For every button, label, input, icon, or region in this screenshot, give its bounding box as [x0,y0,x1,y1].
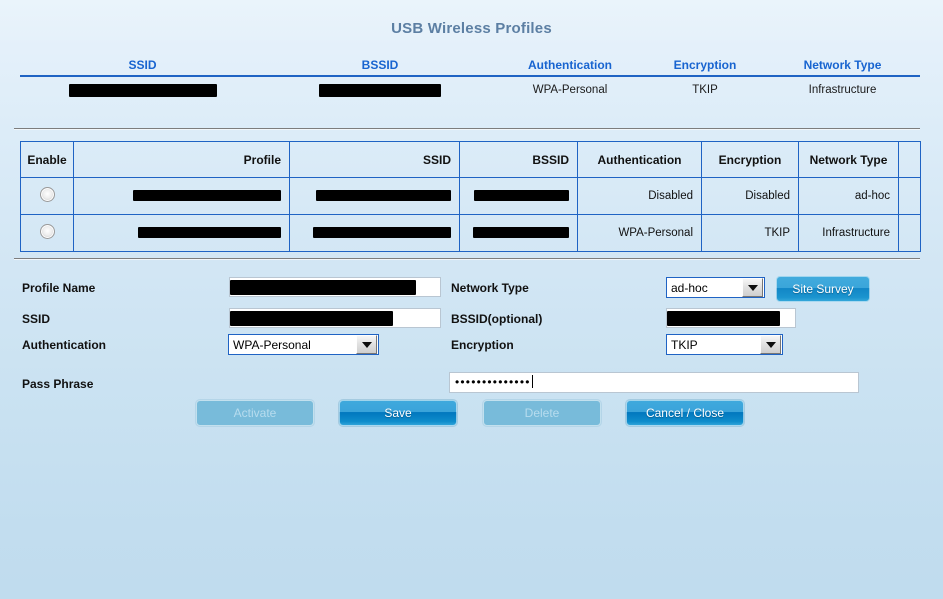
profile-encryption-cell-row-1: Disabled [701,177,799,215]
profile-bssid-cell-row-1 [459,177,578,215]
survey-header-ssid[interactable]: SSID [20,58,265,72]
chevron-down-icon[interactable] [742,278,763,297]
redacted-bssid-value [667,311,780,326]
redacted-bssid-bar [474,190,569,202]
label-ssid: SSID [22,312,51,326]
survey-header-encryption[interactable]: Encryption [645,58,765,72]
divider-top [14,128,920,130]
delete-button[interactable]: Delete [483,400,601,426]
encryption-select-value: TKIP [671,337,698,352]
label-pass-phrase: Pass Phrase [22,377,94,391]
profile-enable-cell[interactable] [20,177,74,215]
survey-cell-ssid [20,84,265,97]
chevron-down-icon[interactable] [760,335,781,354]
divider-bottom [14,258,920,260]
profile-name-cell-row-1 [73,177,290,215]
redacted-bssid-bar [473,227,569,239]
label-profile-name: Profile Name [22,281,96,295]
profiles-header-encryption: Encryption [701,141,799,178]
usb-wireless-profiles-window: USB Wireless Profiles SSID BSSID Authent… [0,0,943,599]
survey-cell-encryption: TKIP [692,84,718,96]
table-row[interactable]: WPA-Personal TKIP Infrastructure [20,214,921,252]
radio-button-enable-row-2[interactable] [39,224,55,239]
site-survey-list: SSID BSSID Authentication Encryption Net… [20,58,920,97]
table-row[interactable]: Disabled Disabled ad-hoc [20,177,921,215]
survey-header-authentication[interactable]: Authentication [495,58,645,72]
label-bssid-optional: BSSID(optional) [451,312,543,326]
profiles-header-enable: Enable [20,141,74,178]
chevron-down-icon[interactable] [356,335,377,354]
encryption-select[interactable]: TKIP [666,334,783,355]
profile-authentication-cell-row-2: WPA-Personal [577,214,702,252]
redacted-ssid-bar [313,227,451,239]
profiles-header-profile: Profile [73,141,290,178]
profile-enable-cell[interactable] [20,214,74,252]
label-authentication: Authentication [22,338,106,352]
profile-name-input[interactable] [229,277,441,297]
redacted-profile-bar [133,190,281,202]
survey-cell-authentication: WPA-Personal [532,84,608,96]
redacted-bssid-bar [319,84,441,97]
activate-button[interactable]: Activate [196,400,314,426]
cancel-close-button[interactable]: Cancel / Close [626,400,744,426]
profile-ssid-cell-row-2 [289,214,460,252]
network-type-select-value: ad-hoc [671,280,708,295]
survey-row[interactable]: WPA-Personal TKIP Infrastructure [20,77,920,97]
survey-cell-network-type: Infrastructure [808,84,877,96]
redacted-ssid-value [230,311,393,326]
profiles-header-ssid: SSID [289,141,460,178]
profiles-header-spacer [898,141,921,178]
redacted-ssid-bar [316,190,451,202]
authentication-select[interactable]: WPA-Personal [228,334,379,355]
pass-phrase-input[interactable]: •••••••••••••• [449,372,859,393]
page-title: USB Wireless Profiles [391,20,552,37]
profile-name-cell-row-2 [73,214,290,252]
profiles-header-authentication: Authentication [577,141,702,178]
site-survey-button[interactable]: Site Survey [776,276,870,302]
profiles-header-network-type: Network Type [798,141,899,178]
redacted-profile-name-value [230,280,416,295]
profiles-header-bssid: BSSID [459,141,578,178]
text-caret [531,375,533,388]
profile-network-type-cell-row-2: Infrastructure [798,214,899,252]
survey-cell-bssid [265,84,495,97]
profile-bssid-cell-row-2 [459,214,578,252]
survey-header-bssid[interactable]: BSSID [265,58,495,72]
authentication-select-value: WPA-Personal [233,337,311,352]
bssid-input[interactable] [666,308,796,328]
profile-ssid-cell-row-1 [289,177,460,215]
radio-button-enable-row-1[interactable] [39,187,55,202]
survey-header-network-type[interactable]: Network Type [765,58,920,72]
profile-authentication-cell-row-1: Disabled [577,177,702,215]
profiles-table: Enable Profile SSID BSSID Authentication… [20,141,921,252]
redacted-profile-bar [138,227,281,239]
pass-phrase-masked-value: •••••••••••••• [455,375,531,389]
redacted-ssid-bar [68,84,217,97]
profiles-header-row: Enable Profile SSID BSSID Authentication… [20,141,921,178]
profile-spacer-cell-row-2 [898,214,921,252]
save-button[interactable]: Save [339,400,457,426]
network-type-select[interactable]: ad-hoc [666,277,765,298]
survey-header-row: SSID BSSID Authentication Encryption Net… [20,58,920,77]
profile-network-type-cell-row-1: ad-hoc [798,177,899,215]
ssid-input[interactable] [229,308,441,328]
label-network-type: Network Type [451,281,529,295]
label-encryption: Encryption [451,338,514,352]
profile-spacer-cell-row-1 [898,177,921,215]
profile-encryption-cell-row-2: TKIP [701,214,799,252]
